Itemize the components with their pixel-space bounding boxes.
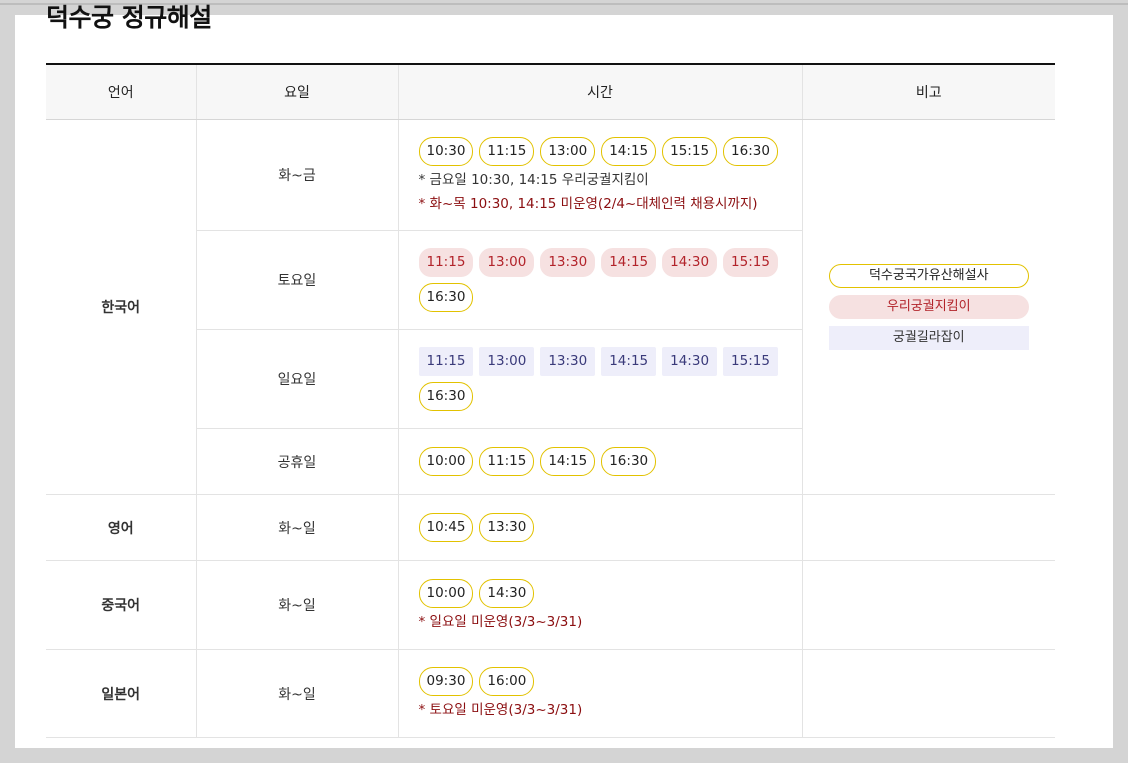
time-chip: 14:15 bbox=[601, 347, 657, 376]
language-cell: 한국어 bbox=[46, 119, 196, 495]
time-chip: 11:15 bbox=[418, 347, 474, 376]
time-chip: 16:30 bbox=[723, 136, 778, 166]
header-day: 요일 bbox=[195, 64, 398, 120]
time-chip: 14:15 bbox=[601, 248, 657, 277]
time-notes: * 금요일 10:30, 14:15 우리궁궐지킴이 * 화~목 10:30, 1… bbox=[419, 170, 802, 214]
time-chip: 13:00 bbox=[479, 248, 535, 277]
day-cell: 일요일 bbox=[195, 329, 398, 429]
legend-palace-guide: 궁궐길라잡이 bbox=[828, 326, 1029, 350]
header-remarks: 비고 bbox=[801, 64, 1055, 120]
time-chips: 10:30 11:15 13:00 14:15 15:15 16:30 bbox=[418, 136, 802, 166]
time-chip: 13:30 bbox=[479, 513, 535, 542]
time-chip: 14:30 bbox=[662, 347, 718, 376]
time-chip: 15:15 bbox=[723, 248, 778, 277]
time-chip: 14:15 bbox=[601, 136, 657, 166]
time-cell: 10:30 11:15 13:00 14:15 15:15 16:30 * 금요일 10:… bbox=[397, 119, 802, 231]
day-cell: 화~일 bbox=[195, 649, 398, 738]
time-chips: 10:00 14:30 bbox=[418, 578, 802, 608]
time-chip: 10:00 bbox=[418, 578, 474, 608]
remarks-cell bbox=[801, 494, 1055, 561]
table-row: 영어 화~일 10:45 13:30 bbox=[46, 494, 1055, 561]
time-notes: * 토요일 미운영(3/3~3/31) bbox=[419, 700, 802, 720]
time-chip: 13:00 bbox=[540, 136, 596, 166]
remarks-cell: 덕수궁국가유산해설사 우리궁궐지킴이 궁궐길라잡이 bbox=[801, 119, 1055, 495]
language-cell: 중국어 bbox=[46, 560, 196, 650]
time-chip: 16:30 bbox=[418, 283, 474, 312]
guide-legend: 덕수궁국가유산해설사 우리궁궐지킴이 궁궐길라잡이 bbox=[804, 264, 1055, 350]
time-chip: 11:15 bbox=[479, 136, 535, 166]
time-chips: 11:15 13:00 13:30 14:15 14:30 15:15 16:30 bbox=[418, 248, 802, 312]
time-chips: 09:30 16:00 bbox=[418, 667, 802, 696]
time-chip: 09:30 bbox=[418, 667, 474, 696]
time-chip: 15:15 bbox=[723, 347, 778, 376]
time-chips: 10:00 11:15 14:15 16:30 bbox=[418, 447, 802, 476]
table-row: 한국어 화~금 10:30 11:15 13:00 14:15 15:15 16:30 *… bbox=[46, 119, 1055, 495]
remarks-cell bbox=[801, 649, 1055, 738]
time-cell: 10:45 13:30 bbox=[397, 494, 802, 561]
schedule-note: * 토요일 미운영(3/3~3/31) bbox=[418, 702, 583, 718]
time-chip: 14:15 bbox=[540, 447, 596, 476]
language-cell: 일본어 bbox=[46, 649, 196, 738]
time-chip: 14:30 bbox=[479, 578, 535, 608]
time-chip: 16:30 bbox=[418, 382, 474, 411]
schedule-table: 언어 요일 시간 비고 한국어 화~금 10:30 11:15 13:00 14:15… bbox=[46, 63, 1055, 738]
time-chip: 13:00 bbox=[479, 347, 535, 376]
remarks-cell bbox=[801, 560, 1055, 650]
day-cell: 공휴일 bbox=[195, 428, 398, 495]
time-chip: 14:30 bbox=[662, 248, 718, 277]
time-chip: 11:15 bbox=[479, 447, 535, 476]
time-chip: 11:15 bbox=[418, 248, 474, 277]
time-cell: 10:00 11:15 14:15 16:30 bbox=[397, 428, 802, 495]
time-cell: 11:15 13:00 13:30 14:15 14:30 15:15 16:30 bbox=[397, 329, 802, 429]
day-cell: 화~일 bbox=[195, 560, 398, 650]
table-row: 일본어 화~일 09:30 16:00 * 토요일 미운영(3/3~3/31) bbox=[46, 649, 1055, 738]
schedule-note: * 화~목 10:30, 14:15 미운영(2/4~대체인력 채용시까지) bbox=[418, 195, 758, 212]
time-chips: 11:15 13:00 13:30 14:15 14:30 15:15 16:30 bbox=[418, 347, 802, 411]
table-header-row: 언어 요일 시간 비고 bbox=[46, 64, 1055, 120]
day-cell: 화~금 bbox=[195, 119, 398, 231]
table-row: 중국어 화~일 10:00 14:30 * 일요일 미운영(3/3~3/31) bbox=[46, 560, 1055, 650]
time-chip: 16:00 bbox=[479, 667, 535, 696]
time-cell: 11:15 13:00 13:30 14:15 14:30 15:15 16:30 bbox=[397, 230, 802, 330]
time-notes: * 일요일 미운영(3/3~3/31) bbox=[419, 612, 802, 632]
day-cell: 토요일 bbox=[195, 230, 398, 330]
time-chip: 10:30 bbox=[418, 136, 474, 166]
header-language: 언어 bbox=[46, 64, 196, 120]
time-chips: 10:45 13:30 bbox=[418, 513, 802, 542]
header-time: 시간 bbox=[397, 64, 802, 120]
time-chip: 10:00 bbox=[418, 447, 474, 476]
day-cell: 화~일 bbox=[195, 494, 398, 561]
page-title: 덕수궁 정규해설 bbox=[46, 3, 212, 32]
time-chip: 15:15 bbox=[662, 136, 718, 166]
legend-heritage-guide: 덕수궁국가유산해설사 bbox=[828, 264, 1029, 288]
time-chip: 13:30 bbox=[540, 248, 596, 277]
schedule-note: * 금요일 10:30, 14:15 우리궁궐지킴이 bbox=[418, 171, 649, 188]
time-chip: 10:45 bbox=[418, 513, 474, 542]
language-cell: 영어 bbox=[46, 494, 196, 561]
time-cell: 10:00 14:30 * 일요일 미운영(3/3~3/31) bbox=[397, 560, 802, 650]
legend-palace-keeper: 우리궁궐지킴이 bbox=[828, 295, 1029, 319]
time-chip: 16:30 bbox=[601, 447, 657, 476]
time-chip: 13:30 bbox=[540, 347, 596, 376]
schedule-note: * 일요일 미운영(3/3~3/31) bbox=[418, 613, 583, 630]
time-cell: 09:30 16:00 * 토요일 미운영(3/3~3/31) bbox=[397, 649, 802, 738]
